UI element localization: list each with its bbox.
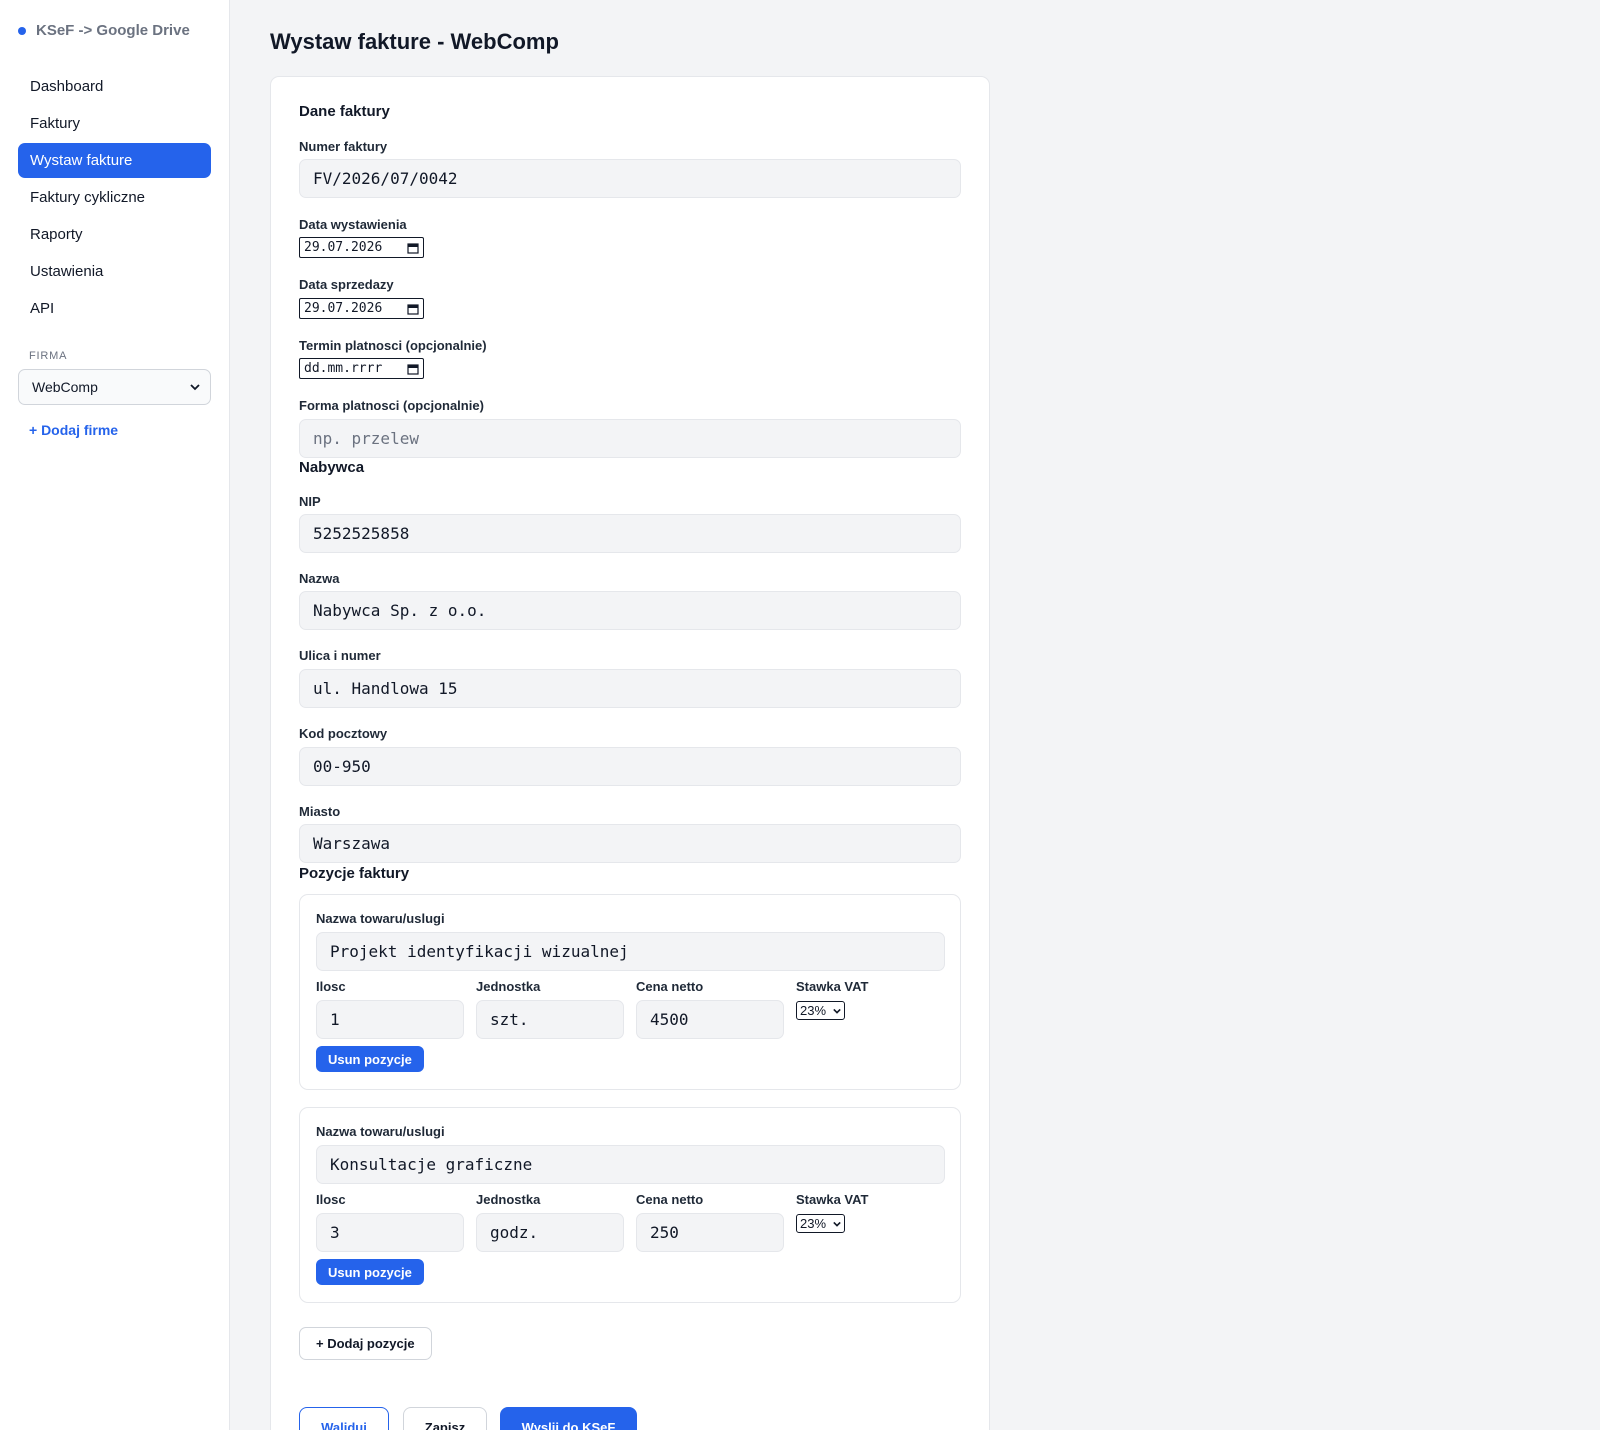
issue-date-input[interactable]: 29.07.2026 xyxy=(299,237,424,258)
add-firm-link[interactable]: + Dodaj firme xyxy=(29,422,118,438)
due-date-placeholder: dd.mm.rrrr xyxy=(304,361,383,376)
add-item-button[interactable]: + Dodaj pozycje xyxy=(299,1327,432,1360)
nip-label: NIP xyxy=(299,494,321,509)
nip-input[interactable]: 5252525858 xyxy=(299,514,961,553)
save-button[interactable]: Zapisz xyxy=(403,1407,487,1430)
item-unit-input[interactable]: szt. xyxy=(476,1000,624,1039)
item-vat-select[interactable]: 23% xyxy=(796,1001,845,1020)
street-label: Ulica i numer xyxy=(299,648,381,663)
calendar-icon xyxy=(407,242,419,254)
sidebar-item-dashboard[interactable]: Dashboard xyxy=(18,69,211,104)
item-name-input[interactable]: Konsultacje graficzne xyxy=(316,1145,945,1184)
payment-method-input[interactable]: np. przelew xyxy=(299,419,961,458)
item-price-input[interactable]: 4500 xyxy=(636,1000,784,1039)
chevron-down-icon xyxy=(833,1221,841,1227)
issue-date-value: 29.07.2026 xyxy=(304,240,383,255)
item-unit-label: Jednostka xyxy=(476,1192,541,1207)
firm-label: FIRMA xyxy=(29,350,68,362)
payment-method-label: Forma platnosci (opcjonalnie) xyxy=(299,398,484,413)
chevron-down-icon xyxy=(190,384,200,391)
sidebar-nav: Dashboard Faktury Wystaw fakture Faktury… xyxy=(18,69,211,328)
brand: KSeF -> Google Drive xyxy=(18,22,190,39)
brand-title: KSeF -> Google Drive xyxy=(36,22,190,39)
item-price-input[interactable]: 250 xyxy=(636,1213,784,1252)
section-title-items: Pozycje faktury xyxy=(299,865,410,882)
item-qty-input[interactable]: 3 xyxy=(316,1213,464,1252)
sidebar-item-faktury-cykliczne[interactable]: Faktury cykliczne xyxy=(18,180,211,215)
invoice-item: Nazwa towaru/uslugi Konsultacje graficzn… xyxy=(299,1107,961,1303)
brand-dot-icon xyxy=(18,26,26,35)
item-vat-value: 23% xyxy=(800,1003,827,1018)
section-title-invoice: Dane faktury xyxy=(299,103,390,120)
sale-date-label: Data sprzedazy xyxy=(299,277,394,292)
issue-date-label: Data wystawienia xyxy=(299,217,407,232)
item-vat-label: Stawka VAT xyxy=(796,979,869,994)
invoice-form: Dane faktury Numer faktury FV/2026/07/00… xyxy=(270,76,990,1430)
item-name-label: Nazwa towaru/uslugi xyxy=(316,911,445,926)
due-date-label: Termin platnosci (opcjonalnie) xyxy=(299,338,487,353)
item-vat-select[interactable]: 23% xyxy=(796,1214,845,1233)
sidebar: KSeF -> Google Drive Dashboard Faktury W… xyxy=(0,0,230,1430)
remove-item-button[interactable]: Usun pozycje xyxy=(316,1046,424,1072)
calendar-icon xyxy=(407,303,419,315)
sidebar-item-wystaw-fakture[interactable]: Wystaw fakture xyxy=(18,143,211,178)
buyer-name-input[interactable]: Nabywca Sp. z o.o. xyxy=(299,591,961,630)
street-input[interactable]: ul. Handlowa 15 xyxy=(299,669,961,708)
remove-item-button[interactable]: Usun pozycje xyxy=(316,1259,424,1285)
sale-date-value: 29.07.2026 xyxy=(304,301,383,316)
item-name-input[interactable]: Projekt identyfikacji wizualnej xyxy=(316,932,945,971)
item-name-label: Nazwa towaru/uslugi xyxy=(316,1124,445,1139)
city-input[interactable]: Warszawa xyxy=(299,824,961,863)
item-price-label: Cena netto xyxy=(636,979,704,994)
invoice-number-input[interactable]: FV/2026/07/0042 xyxy=(299,159,961,198)
firm-select-value: WebComp xyxy=(32,379,98,395)
sidebar-item-ustawienia[interactable]: Ustawienia xyxy=(18,254,211,289)
sidebar-item-api[interactable]: API xyxy=(18,291,211,326)
postal-code-label: Kod pocztowy xyxy=(299,726,388,741)
item-qty-label: Ilosc xyxy=(316,979,346,994)
postal-code-input[interactable]: 00-950 xyxy=(299,747,961,786)
item-unit-input[interactable]: godz. xyxy=(476,1213,624,1252)
sale-date-input[interactable]: 29.07.2026 xyxy=(299,298,424,319)
item-vat-value: 23% xyxy=(800,1216,827,1231)
item-qty-input[interactable]: 1 xyxy=(316,1000,464,1039)
invoice-item: Nazwa towaru/uslugi Projekt identyfikacj… xyxy=(299,894,961,1090)
city-label: Miasto xyxy=(299,804,341,819)
sidebar-item-faktury[interactable]: Faktury xyxy=(18,106,211,141)
buyer-name-label: Nazwa xyxy=(299,571,340,586)
item-unit-label: Jednostka xyxy=(476,979,541,994)
item-vat-label: Stawka VAT xyxy=(796,1192,869,1207)
calendar-icon xyxy=(407,363,419,375)
chevron-down-icon xyxy=(833,1008,841,1014)
item-price-label: Cena netto xyxy=(636,1192,704,1207)
item-qty-label: Ilosc xyxy=(316,1192,346,1207)
invoice-number-label: Numer faktury xyxy=(299,139,388,154)
validate-button[interactable]: Waliduj xyxy=(299,1407,389,1430)
page-title: Wystaw fakture - WebComp xyxy=(270,29,559,54)
send-to-ksef-button[interactable]: Wyslij do KSeF xyxy=(500,1407,637,1430)
section-title-buyer: Nabywca xyxy=(299,459,365,476)
due-date-input[interactable]: dd.mm.rrrr xyxy=(299,358,424,379)
sidebar-item-raporty[interactable]: Raporty xyxy=(18,217,211,252)
firm-select[interactable]: WebComp xyxy=(18,369,211,405)
